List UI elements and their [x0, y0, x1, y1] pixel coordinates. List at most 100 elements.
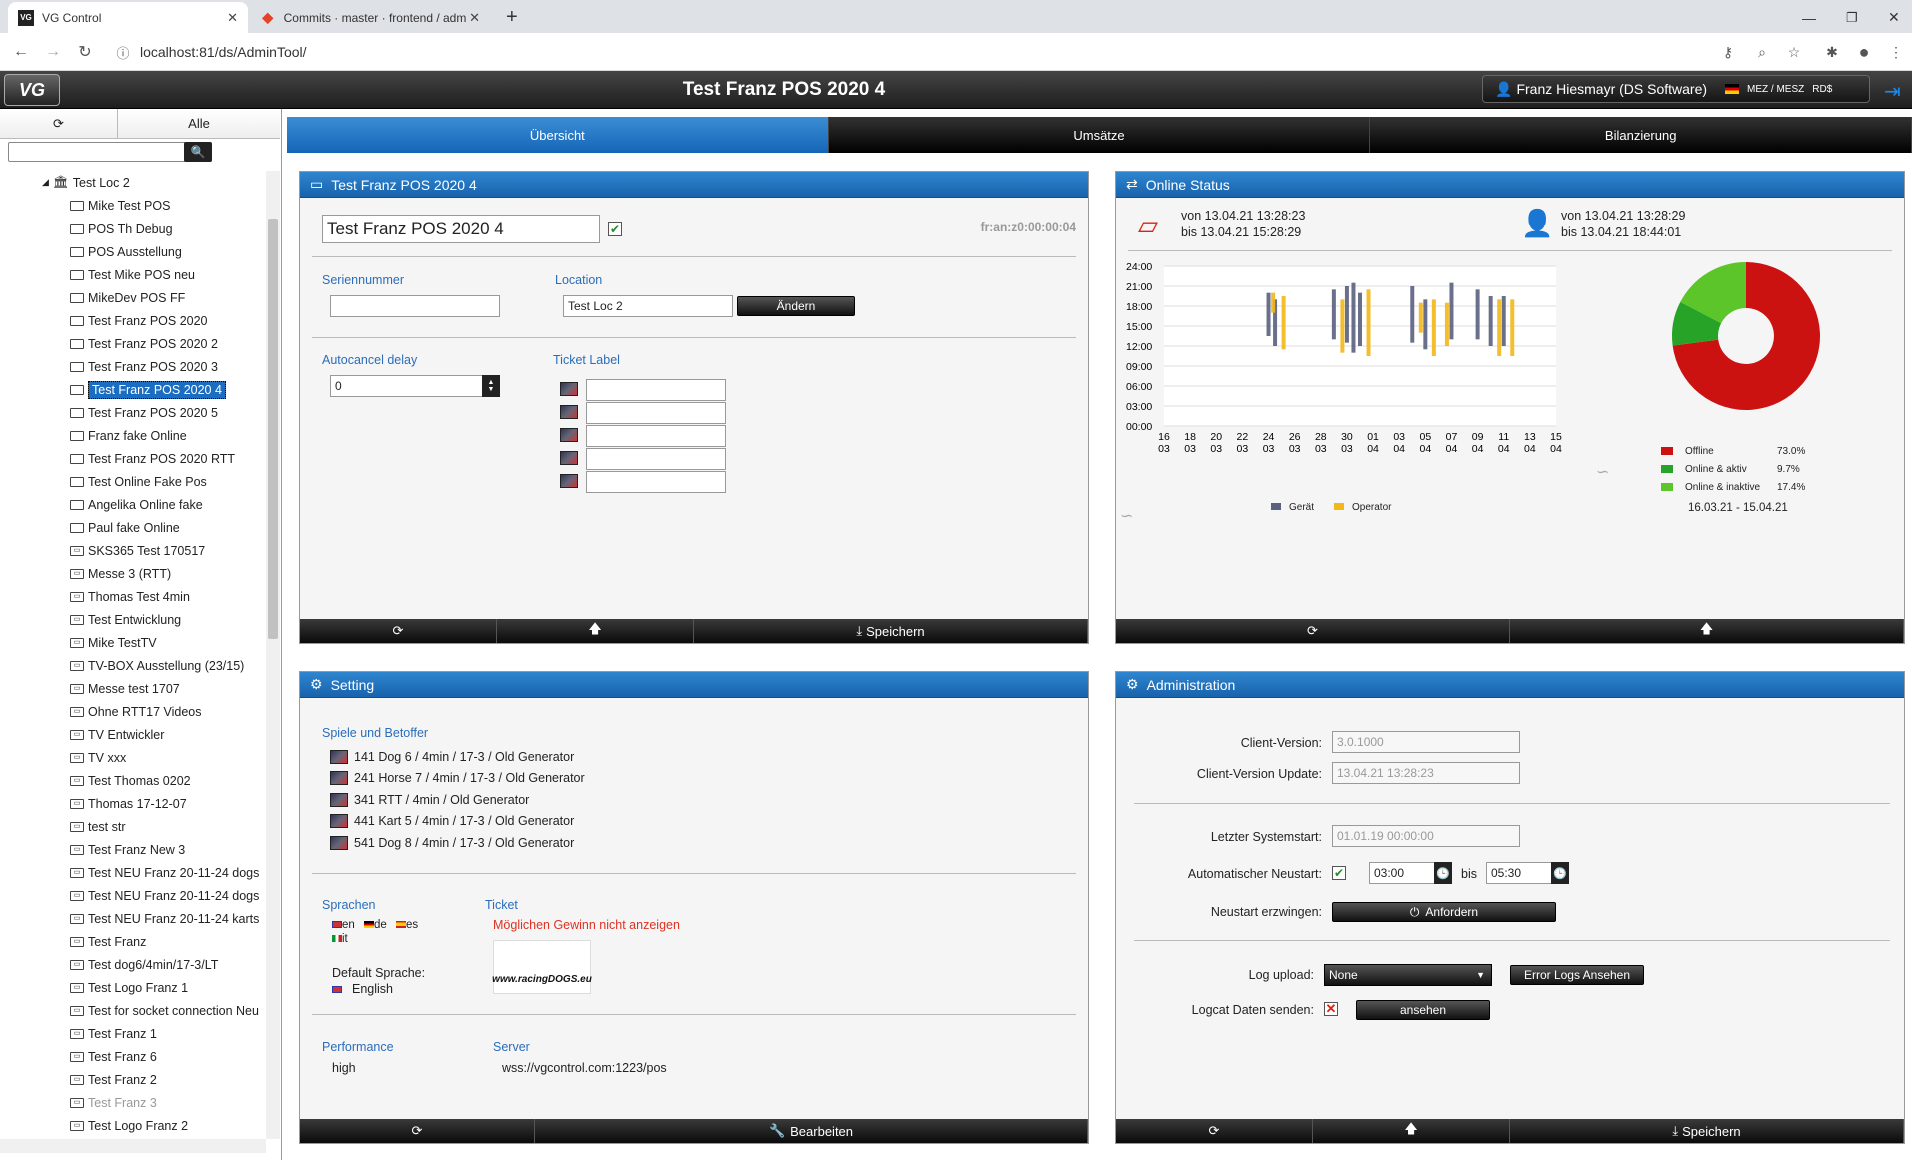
error-logs-button[interactable]: Error Logs Ansehen — [1510, 965, 1644, 985]
tab-bilanzierung[interactable]: Bilanzierung — [1370, 117, 1912, 153]
edit-button[interactable]: 🔧 Bearbeiten — [535, 1119, 1088, 1143]
ticket-label-input[interactable] — [586, 425, 726, 447]
upload-icon[interactable]: 🡅 — [1313, 1119, 1510, 1143]
close-window-icon[interactable]: ✕ — [1878, 2, 1910, 33]
tree-item[interactable]: ▭ Test dog6/4min/17-3/LT — [70, 953, 218, 976]
refresh-icon[interactable]: ⟳ — [1116, 1119, 1313, 1143]
tree-item[interactable]: ▭ Thomas Test 4min — [70, 585, 190, 608]
tree-item[interactable]: ▭ SKS365 Test 170517 — [70, 539, 205, 562]
logout-icon[interactable]: ⇥ — [1884, 79, 1901, 104]
tree-item[interactable]: ▭ Test Franz 2 — [70, 1068, 157, 1091]
tree-item[interactable]: ▭ Test NEU Franz 20-11-24 dogs — [70, 884, 259, 907]
tree-item[interactable]: Test Franz POS 2020 4 — [70, 378, 226, 401]
tree-item[interactable]: ▭ Test Franz 6 — [70, 1045, 157, 1068]
close-tab-icon[interactable]: ✕ — [227, 10, 238, 26]
reload-icon[interactable]: ↻ — [74, 41, 96, 63]
close-tab-icon[interactable]: ✕ — [469, 10, 480, 26]
tree-item[interactable]: ▭ Mike TestTV — [70, 631, 157, 654]
tree-item[interactable]: POS Th Debug — [70, 217, 173, 240]
back-icon[interactable]: ← — [10, 41, 32, 63]
pos-name-input[interactable]: Test Franz POS 2020 4 — [322, 215, 600, 243]
ticket-label-input[interactable] — [586, 471, 726, 493]
logcat-view-button[interactable]: ansehen — [1356, 1000, 1490, 1020]
upload-icon[interactable]: 🡅 — [497, 619, 694, 643]
tree-item[interactable]: ▭ Messe 3 (RTT) — [70, 562, 171, 585]
log-upload-select[interactable]: None ▼ — [1324, 964, 1492, 986]
bookmark-star-icon[interactable]: ☆ — [1784, 42, 1804, 62]
tree-item[interactable]: ▭ Test Logo Franz 2 — [70, 1114, 188, 1137]
tree-item[interactable]: ▭ Test Franz — [70, 930, 146, 953]
tree-search-input[interactable] — [8, 142, 212, 162]
tree-item[interactable]: ▭ Test Logo Franz 1 — [70, 976, 188, 999]
browser-tab-commits[interactable]: ◆ Commits · master · frontend / adm ✕ — [250, 2, 490, 33]
profile-icon[interactable]: ● — [1854, 42, 1874, 62]
tree-item[interactable]: Test Online Fake Pos — [70, 470, 207, 493]
tab-uebersicht[interactable]: Übersicht — [287, 117, 829, 153]
tree-item[interactable]: ▭ Test NEU Franz 20-11-24 dogs — [70, 861, 259, 884]
tree-hscrollbar[interactable] — [0, 1139, 266, 1153]
tree-item[interactable]: ▭ TV-BOX Ausstellung (23/15) — [70, 654, 244, 677]
key-icon[interactable]: ⚷ — [1718, 42, 1738, 62]
upload-icon[interactable]: 🡅 — [1510, 619, 1904, 643]
tree-item[interactable]: ▭ Test Franz 1 — [70, 1022, 157, 1045]
tree-item[interactable]: Test Franz POS 2020 — [70, 309, 208, 332]
tree-item[interactable]: ▭ Messe test 1707 — [70, 677, 180, 700]
refresh-icon[interactable]: ⟳ — [300, 619, 497, 643]
tree-item[interactable]: ▭ test str — [70, 815, 126, 838]
tree-item[interactable]: Mike Test POS — [70, 194, 170, 217]
tree-item[interactable]: Test Franz POS 2020 RTT — [70, 447, 235, 470]
tree-item[interactable]: Angelika Online fake — [70, 493, 203, 516]
tree-item[interactable]: ▭ Ohne RTT17 Videos — [70, 700, 202, 723]
last-start-field[interactable]: 01.01.19 00:00:00 — [1332, 825, 1520, 847]
tree-item[interactable]: ▭ Test Entwicklung — [70, 608, 181, 631]
save-button[interactable]: ⤓ Speichern — [694, 619, 1088, 643]
user-box[interactable]: 👤 Franz Hiesmayr (DS Software) MEZ / MES… — [1482, 75, 1870, 103]
tree-item[interactable]: ▭ Test Franz New 3 — [70, 838, 185, 861]
refresh-icon[interactable]: ⟳ — [1116, 619, 1510, 643]
autocancel-stepper[interactable]: 0 — [330, 375, 500, 397]
search-icon[interactable]: 🔍 — [184, 142, 212, 162]
client-version-field[interactable]: 3.0.1000 — [1332, 731, 1520, 753]
serial-input[interactable] — [330, 295, 500, 317]
info-icon[interactable]: ⓘ — [112, 41, 134, 63]
new-tab-icon[interactable]: + — [496, 2, 528, 33]
auto-restart-checkbox[interactable]: ✔ — [1332, 866, 1346, 880]
collapse-icon[interactable]: ◢ — [42, 177, 49, 188]
change-location-button[interactable]: Ändern — [737, 296, 855, 316]
client-update-field[interactable]: 13.04.21 13:28:23 — [1332, 762, 1520, 784]
address-bar[interactable]: localhost:81/ds/AdminTool/ — [140, 40, 1780, 64]
tree-item[interactable]: Test Franz POS 2020 2 — [70, 332, 218, 355]
ticket-label-input[interactable] — [586, 402, 726, 424]
zoom-icon[interactable]: ⌕ — [1752, 42, 1772, 62]
logcat-checkbox[interactable]: ✕ — [1324, 1001, 1338, 1016]
clock-icon[interactable]: 🕒 — [1434, 862, 1452, 884]
clock-icon[interactable]: 🕒 — [1551, 862, 1569, 884]
stepper-arrows-icon[interactable]: ▲ ▼ — [482, 375, 500, 397]
menu-dots-icon[interactable]: ⋮ — [1886, 42, 1906, 62]
force-restart-button[interactable]: ⏻ Anfordern — [1332, 902, 1556, 922]
ticket-label-input[interactable] — [586, 379, 726, 401]
location-input[interactable]: Test Loc 2 — [563, 295, 733, 317]
tree-scrollbar-thumb[interactable] — [268, 219, 278, 639]
minimize-icon[interactable]: — — [1792, 2, 1826, 33]
refresh-tree-icon[interactable]: ⟳ — [0, 109, 118, 138]
tree-item[interactable]: Paul fake Online — [70, 516, 180, 539]
name-confirm-checkbox[interactable]: ✔ — [608, 222, 622, 236]
filter-all-button[interactable]: Alle — [118, 109, 280, 138]
tab-umsaetze[interactable]: Umsätze — [828, 117, 1371, 153]
tree-item[interactable]: ▭ Test Franz 3 — [70, 1091, 157, 1114]
tree-item[interactable]: ▭ Thomas 17-12-07 — [70, 792, 187, 815]
tree-item[interactable]: Test Mike POS neu — [70, 263, 195, 286]
tree-item[interactable]: ▭ TV xxx — [70, 746, 126, 769]
tree-item[interactable]: MikeDev POS FF — [70, 286, 185, 309]
tree-item[interactable]: Franz fake Online — [70, 424, 187, 447]
tree-root-location[interactable]: ◢ 🏛 Test Loc 2 — [42, 171, 130, 194]
ticket-label-input[interactable] — [586, 448, 726, 470]
tree-item[interactable]: POS Ausstellung — [70, 240, 182, 263]
tree-item[interactable]: Test Franz POS 2020 3 — [70, 355, 218, 378]
refresh-icon[interactable]: ⟳ — [300, 1119, 535, 1143]
restore-icon[interactable]: ❐ — [1836, 2, 1868, 33]
extensions-icon[interactable]: ✱ — [1822, 42, 1842, 62]
tree-item[interactable]: ▭ Test NEU Franz 20-11-24 karts — [70, 907, 259, 930]
tree-item[interactable]: ▭ Test Thomas 0202 — [70, 769, 191, 792]
